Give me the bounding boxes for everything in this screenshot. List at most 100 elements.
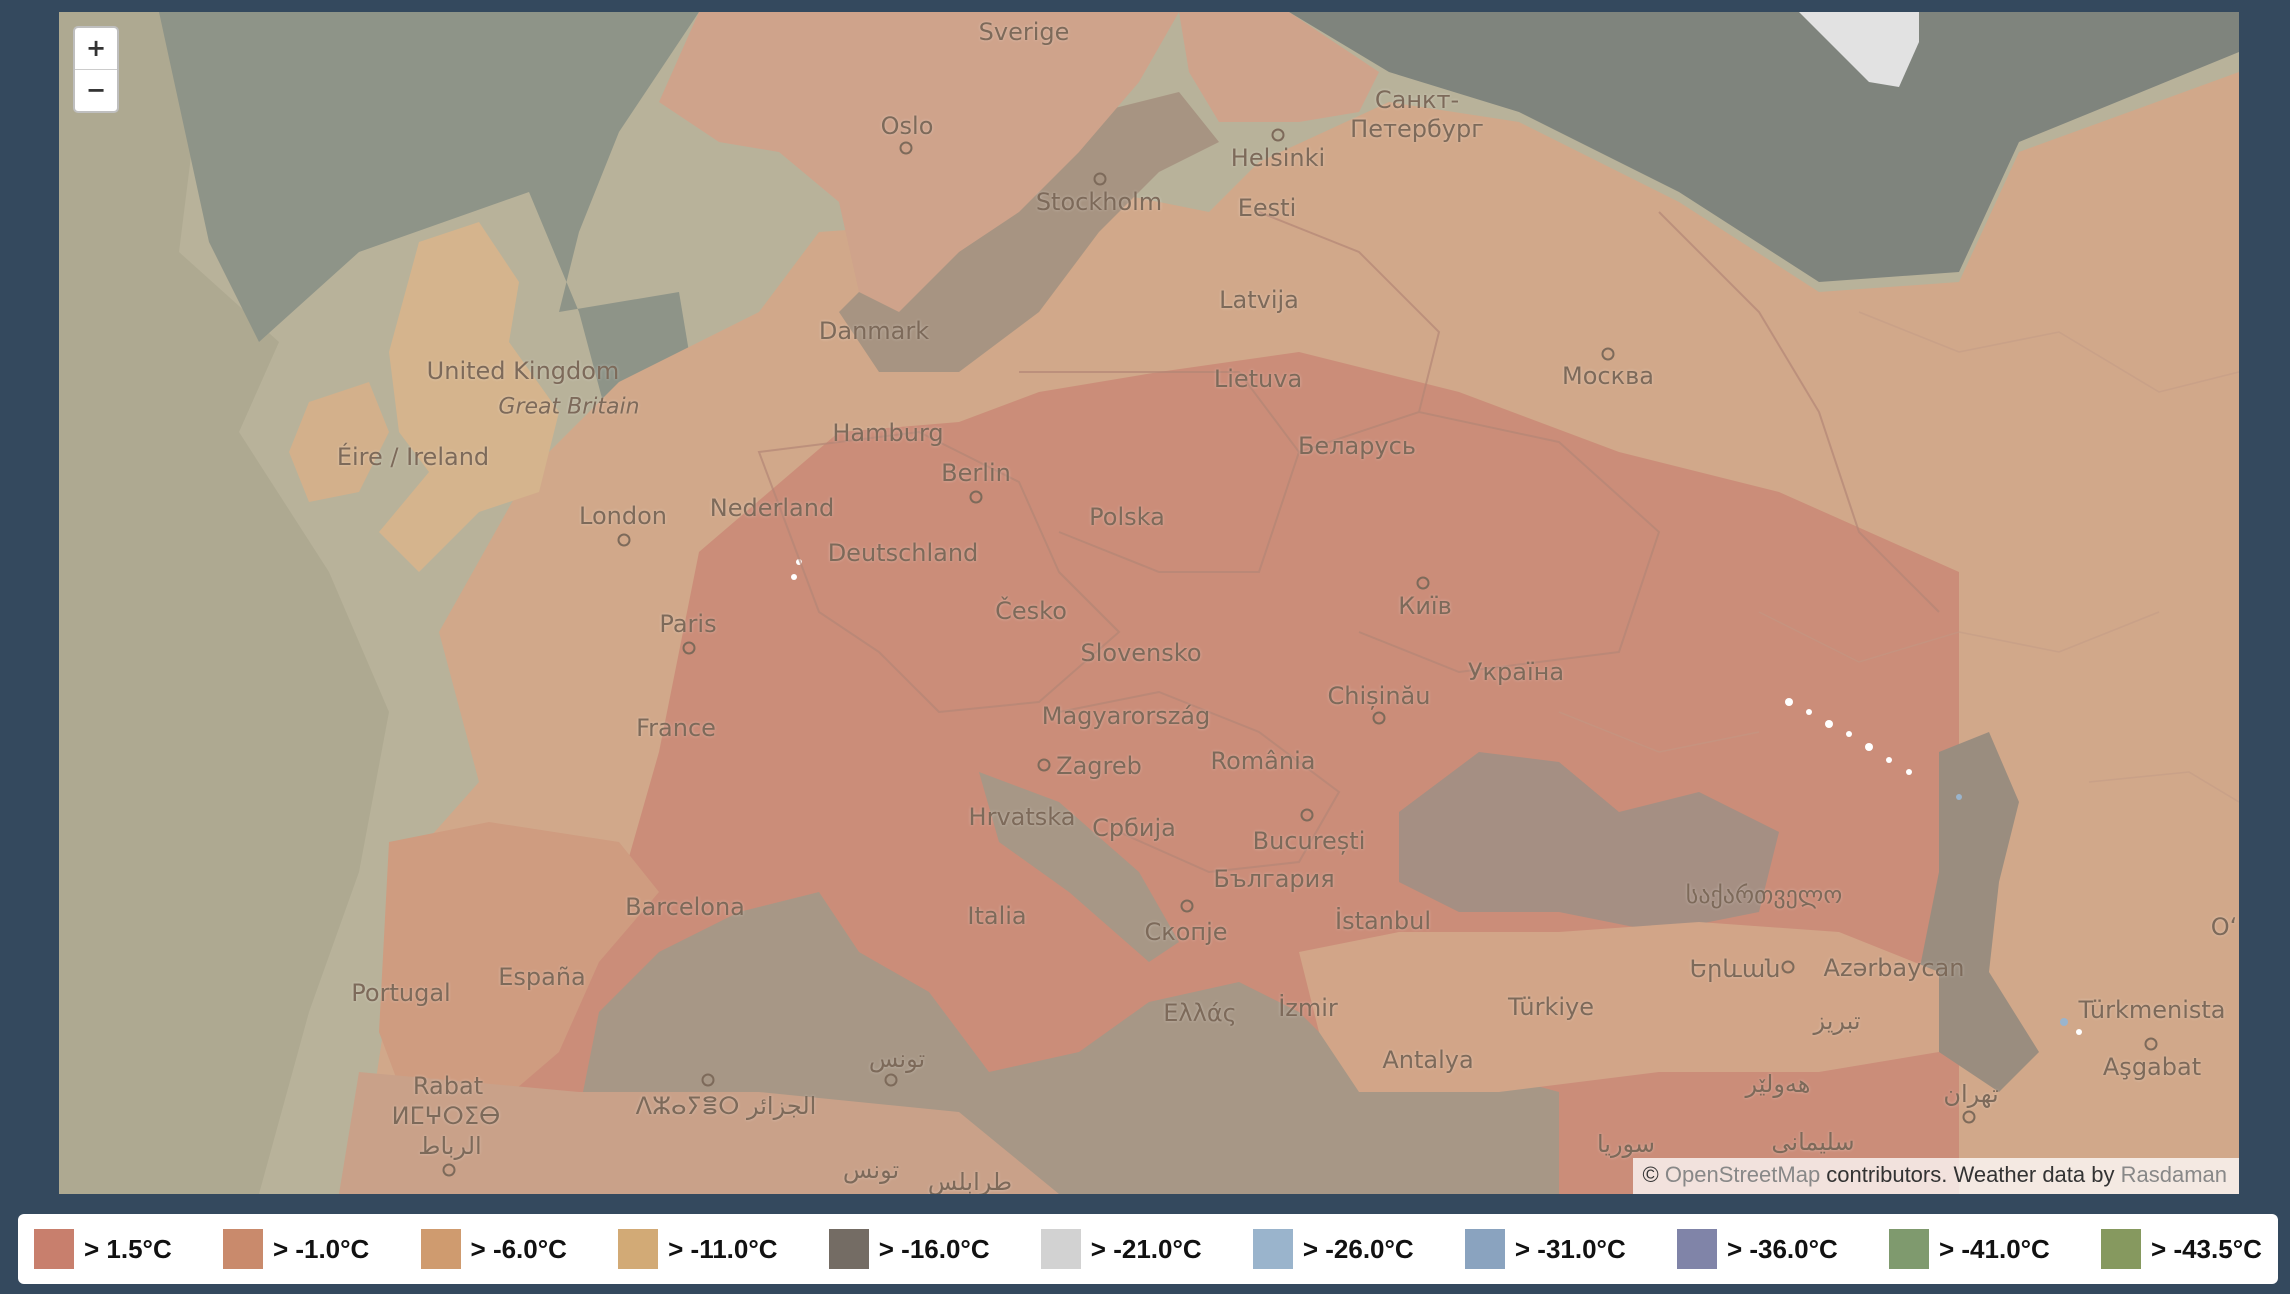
label-turkiye: Türkiye bbox=[1508, 993, 1594, 1021]
legend-item: > -41.0°C bbox=[1888, 1229, 2050, 1269]
label-suriya: سوريا bbox=[1596, 1130, 1656, 1158]
legend-item: > -31.0°C bbox=[1464, 1229, 1626, 1269]
attribution-middle: contributors. Weather data by bbox=[1820, 1162, 2121, 1187]
label-morocco-tif: ⵍⵎⵖⵔⵉⴱ bbox=[391, 1102, 501, 1130]
label-srbija: Србија bbox=[1092, 814, 1176, 842]
city-dot-stockholm bbox=[1093, 172, 1107, 186]
label-kyiv: Київ bbox=[1398, 592, 1452, 620]
legend-item: > -16.0°C bbox=[828, 1229, 990, 1269]
legend-label: > -36.0°C bbox=[1726, 1233, 1838, 1264]
city-dot-asgabat bbox=[2144, 1037, 2158, 1051]
map-attribution: © OpenStreetMap contributors. Weather da… bbox=[1632, 1158, 2239, 1194]
legend-item: > -21.0°C bbox=[1040, 1229, 1202, 1269]
label-deutschland: Deutschland bbox=[827, 539, 979, 567]
legend-label: > -11.0°C bbox=[668, 1233, 778, 1264]
legend-item: > -43.5°C bbox=[2101, 1229, 2262, 1269]
label-polska: Polska bbox=[1089, 503, 1165, 531]
city-dot-moskva bbox=[1601, 347, 1615, 361]
label-tunis: تونس bbox=[868, 1045, 926, 1073]
city-dot-bucuresti bbox=[1300, 808, 1314, 822]
legend-swatch bbox=[222, 1229, 263, 1269]
city-dot-helsinki bbox=[1271, 128, 1285, 142]
label-azerbaycan: Azərbaycan bbox=[1823, 954, 1965, 982]
legend-swatch bbox=[2101, 1229, 2142, 1269]
label-barcelona: Barcelona bbox=[625, 893, 745, 921]
label-latvija: Latvija bbox=[1219, 286, 1299, 314]
city-dot-berlin bbox=[969, 490, 983, 504]
label-italia: Italia bbox=[967, 902, 1027, 930]
legend-swatch bbox=[1040, 1229, 1081, 1269]
rasdaman-link[interactable]: Rasdaman bbox=[2121, 1162, 2227, 1187]
label-skopje: Скопје bbox=[1144, 918, 1228, 946]
label-france: France bbox=[636, 714, 716, 742]
label-stockholm: Stockholm bbox=[1035, 188, 1163, 216]
label-united-kingdom: United Kingdom bbox=[426, 357, 620, 385]
legend-item: > -11.0°C bbox=[618, 1229, 778, 1269]
legend-label: > -21.0°C bbox=[1090, 1233, 1202, 1264]
label-ukraina: Україна bbox=[1467, 658, 1565, 686]
legend-label: > 1.5°C bbox=[84, 1233, 172, 1264]
city-dot-yerevan bbox=[1781, 960, 1795, 974]
label-oslo: Oslo bbox=[880, 112, 934, 140]
label-bucuresti: București bbox=[1252, 827, 1366, 855]
map-view[interactable]: + − Sverige Oslo Stockholm Helsinki Санк… bbox=[59, 12, 2239, 1194]
label-tabriz: تبریز bbox=[1813, 1007, 1861, 1035]
label-nederland: Nederland bbox=[709, 494, 835, 522]
label-chisinau: Chișinău bbox=[1327, 682, 1431, 710]
label-lietuva: Lietuva bbox=[1213, 365, 1303, 393]
label-berlin: Berlin bbox=[941, 459, 1011, 487]
label-great-britain: Great Britain bbox=[498, 394, 640, 420]
label-sverige: Sverige bbox=[978, 18, 1070, 46]
legend-swatch bbox=[618, 1229, 659, 1269]
label-rabat-ar: الرباط bbox=[418, 1132, 482, 1160]
legend-swatch bbox=[1676, 1229, 1717, 1269]
label-zagreb: Zagreb bbox=[1056, 752, 1142, 780]
label-izmir: İzmir bbox=[1278, 994, 1338, 1022]
legend-swatch bbox=[1888, 1229, 1929, 1269]
label-ellada: Ελλάς bbox=[1163, 999, 1237, 1027]
attribution-prefix: © bbox=[1642, 1162, 1665, 1187]
zoom-out-button[interactable]: − bbox=[75, 69, 117, 111]
label-asgabat: Aşgabat bbox=[2102, 1053, 2202, 1081]
label-eesti: Eesti bbox=[1237, 194, 1297, 222]
label-georgia: საქართველო bbox=[1685, 881, 1843, 909]
legend-item: > -36.0°C bbox=[1676, 1229, 1838, 1269]
label-yerevan: Երևան bbox=[1689, 955, 1781, 983]
legend-label: > -26.0°C bbox=[1302, 1233, 1414, 1264]
label-tehran: تهران bbox=[1943, 1080, 1999, 1108]
label-bulgaria: България bbox=[1213, 865, 1335, 893]
city-dot-skopje bbox=[1180, 899, 1194, 913]
city-dot-zagreb bbox=[1037, 758, 1051, 772]
openstreetmap-link[interactable]: OpenStreetMap bbox=[1665, 1162, 1820, 1187]
label-slovensko: Slovensko bbox=[1080, 639, 1202, 667]
legend-swatch bbox=[828, 1229, 869, 1269]
label-dzayer: ⴷⵣⴰⵢⴻⵔ الجزائر bbox=[635, 1092, 817, 1120]
label-hamburg: Hamburg bbox=[832, 419, 944, 447]
label-antalya: Antalya bbox=[1382, 1046, 1474, 1074]
zoom-control: + − bbox=[73, 26, 119, 113]
label-espana: España bbox=[498, 963, 586, 991]
city-dot-rabat bbox=[442, 1163, 456, 1177]
label-london: London bbox=[579, 502, 667, 530]
label-mosul: هەولێر bbox=[1745, 1070, 1811, 1098]
city-dot-chisinau bbox=[1372, 711, 1386, 725]
label-helsinki: Helsinki bbox=[1230, 144, 1326, 172]
label-istanbul: İstanbul bbox=[1334, 907, 1432, 935]
city-dot-kyiv bbox=[1416, 576, 1430, 590]
label-paris: Paris bbox=[659, 610, 717, 638]
label-magyarorszag: Magyarország bbox=[1041, 702, 1211, 730]
label-portugal: Portugal bbox=[351, 979, 451, 1007]
city-dot-oslo bbox=[899, 141, 913, 155]
legend-item: > -26.0°C bbox=[1252, 1229, 1414, 1269]
label-tunis-2: تونس bbox=[842, 1156, 900, 1184]
legend-label: > -1.0°C bbox=[272, 1233, 370, 1264]
legend-label: > -6.0°C bbox=[470, 1233, 567, 1264]
city-dot-dzayer bbox=[701, 1073, 715, 1087]
legend-swatch bbox=[420, 1229, 461, 1269]
legend-label: > -31.0°C bbox=[1514, 1233, 1626, 1264]
city-dot-tehran bbox=[1962, 1110, 1976, 1124]
legend-label: > -41.0°C bbox=[1938, 1233, 2050, 1264]
zoom-in-button[interactable]: + bbox=[75, 28, 117, 69]
city-dot-paris bbox=[682, 641, 696, 655]
city-dot-london bbox=[617, 533, 631, 547]
